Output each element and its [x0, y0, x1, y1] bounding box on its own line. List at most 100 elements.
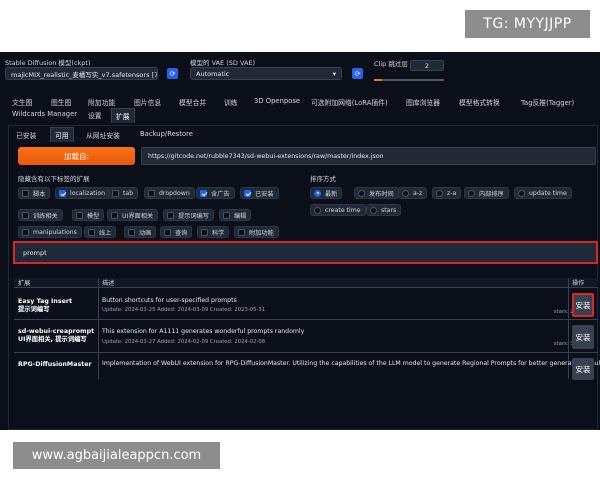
- tab-checkpoint-merger[interactable]: 模型合并: [179, 97, 206, 107]
- hide-tag-training[interactable]: 训练相关: [18, 209, 63, 221]
- checkbox-icon: [22, 211, 29, 219]
- hide-tag-models[interactable]: 模型: [72, 209, 105, 221]
- chip-label: 模型: [87, 212, 100, 220]
- chip-label: 线上: [99, 229, 112, 237]
- tab-image-browser[interactable]: 图库浏览器: [406, 97, 440, 107]
- tab-model-converter[interactable]: 模型格式转换: [459, 97, 500, 107]
- chip-label: 编辑: [234, 212, 247, 220]
- chip-label: z-a: [447, 189, 457, 197]
- radio-checked-icon: [314, 189, 321, 197]
- tab-backup-restore[interactable]: Backup/Restore: [136, 128, 197, 140]
- chip-label: 含广告: [211, 190, 230, 198]
- install-button[interactable]: 安装: [572, 293, 594, 317]
- refresh-icon[interactable]: ⟳: [352, 68, 363, 79]
- sort-a-z[interactable]: a-z: [398, 187, 428, 199]
- tab-png-info[interactable]: 图片信息: [134, 97, 161, 107]
- chip-label: 已安装: [255, 190, 274, 198]
- sort-create-time[interactable]: create time: [310, 204, 366, 216]
- checkbox-icon: [128, 228, 135, 236]
- checkbox-icon: [238, 228, 245, 236]
- chip-label: manipulations: [33, 228, 77, 236]
- sort-publish-date[interactable]: 发布时间: [354, 187, 399, 199]
- checkbox-checked-icon: [200, 189, 207, 197]
- sort-update-time[interactable]: update time: [514, 187, 572, 199]
- chevron-down-icon: ▾: [332, 69, 336, 78]
- checkpoint-label: Stable Diffusion 模型(ckpt): [5, 59, 91, 67]
- clip-label: Clip 跳过层: [374, 60, 408, 68]
- hide-tag-editing[interactable]: 编辑: [219, 209, 252, 221]
- hide-tag-script[interactable]: 脚本: [18, 187, 51, 199]
- hide-tag-manipulations[interactable]: manipulations: [18, 226, 82, 238]
- col-extension-header: 扩展: [14, 278, 98, 288]
- hide-tag-online[interactable]: 线上: [84, 226, 117, 238]
- chip-label: update time: [529, 189, 567, 197]
- checkbox-icon: [164, 228, 171, 236]
- chip-label: 内部排序: [479, 190, 504, 198]
- checkbox-icon: [22, 228, 29, 236]
- sort-z-a[interactable]: z-a: [432, 187, 462, 199]
- tab-available[interactable]: 可用: [50, 127, 74, 142]
- clip-slider[interactable]: [374, 79, 444, 81]
- radio-icon: [468, 189, 475, 197]
- extension-name[interactable]: sd-webui-creaprompt: [18, 328, 94, 336]
- tab-install-from-url[interactable]: 从网址安装: [82, 128, 124, 142]
- tab-extensions[interactable]: 扩展: [111, 108, 135, 123]
- refresh-icon[interactable]: ⟳: [167, 68, 178, 79]
- hide-tag-installed[interactable]: 已安装: [240, 187, 279, 199]
- tab-train[interactable]: 训练: [224, 97, 238, 107]
- hide-tag-dropdown[interactable]: dropdown: [144, 187, 195, 199]
- hide-tag-localization[interactable]: localization: [55, 187, 111, 199]
- chip-label: 提示词编写: [178, 212, 209, 220]
- sort-internal[interactable]: 内部排序: [464, 187, 509, 199]
- tab-settings[interactable]: 设置: [88, 110, 102, 120]
- install-button[interactable]: 安装: [572, 358, 594, 380]
- hide-tag-ui[interactable]: UI界面相关: [107, 209, 159, 221]
- sort-newest[interactable]: 最新: [310, 187, 343, 199]
- hide-tag-science[interactable]: 科学: [197, 226, 230, 238]
- extension-dates: Update: 2024-03-27 Added: 2024-02-09 Cre…: [102, 339, 266, 345]
- tab-openpose[interactable]: 3D Openpose: [254, 97, 300, 105]
- tab-installed[interactable]: 已安装: [12, 128, 40, 142]
- index-url-input[interactable]: https://gitcode.net/rubble7343/sd-webui-…: [141, 147, 596, 165]
- tab-txt2img[interactable]: 文生图: [12, 97, 32, 107]
- chip-label: 最新: [325, 190, 338, 198]
- hide-tag-prompting[interactable]: 提示词编写: [163, 209, 214, 221]
- extension-name[interactable]: Easy Tag Insert: [18, 298, 72, 306]
- hide-tag-ads[interactable]: 含广告: [196, 187, 235, 199]
- tab-extras[interactable]: 附加功能: [88, 97, 115, 107]
- chip-label: dropdown: [159, 189, 190, 197]
- install-button[interactable]: 安装: [572, 325, 594, 349]
- extension-name[interactable]: RPG-DiffusionMaster: [18, 361, 92, 369]
- checkbox-icon: [22, 189, 29, 197]
- chip-label: 查询: [175, 229, 188, 237]
- vae-select[interactable]: Automatic ▾: [190, 67, 342, 80]
- checkbox-icon: [76, 211, 83, 219]
- table-row: Easy Tag Insert 提示词编写 Button shortcuts f…: [14, 288, 598, 320]
- checkbox-icon: [223, 211, 230, 219]
- hide-tag-animation[interactable]: 动画: [124, 226, 157, 238]
- extension-description: Implementation of WebUI extension for RP…: [102, 360, 600, 367]
- radio-icon: [518, 189, 525, 197]
- tab-tagger[interactable]: Tag反推(Tagger): [521, 97, 574, 107]
- radio-icon: [436, 189, 443, 197]
- chip-label: 附加功能: [249, 229, 274, 237]
- vae-value: Automatic: [196, 69, 230, 78]
- load-from-button[interactable]: 加载自:: [18, 147, 135, 165]
- vae-label: 模型的 VAE (SD VAE): [190, 59, 256, 67]
- col-action-header: 操作: [568, 278, 598, 288]
- chip-label: 科学: [212, 229, 225, 237]
- hide-tag-query[interactable]: 查询: [160, 226, 193, 238]
- sort-stars[interactable]: stars: [366, 204, 402, 216]
- clip-slider-fill: [374, 79, 382, 81]
- tab-additional-networks[interactable]: 可选附加网络(LoRA插件): [311, 97, 388, 107]
- tab-img2img[interactable]: 图生图: [51, 97, 71, 107]
- search-input[interactable]: prompt: [13, 241, 598, 264]
- hide-tag-extras[interactable]: 附加功能: [234, 226, 279, 238]
- checkpoint-select[interactable]: majicMIX_realistic_麦橘写实_v7.safetensors […: [5, 67, 158, 80]
- clip-number-input[interactable]: 2: [410, 60, 444, 71]
- radio-icon: [402, 189, 409, 197]
- tab-wildcards[interactable]: Wildcards Manager: [12, 110, 77, 118]
- hide-tag-tab[interactable]: tab: [108, 187, 139, 199]
- radio-icon: [370, 206, 377, 214]
- chip-label: 训练相关: [33, 212, 58, 220]
